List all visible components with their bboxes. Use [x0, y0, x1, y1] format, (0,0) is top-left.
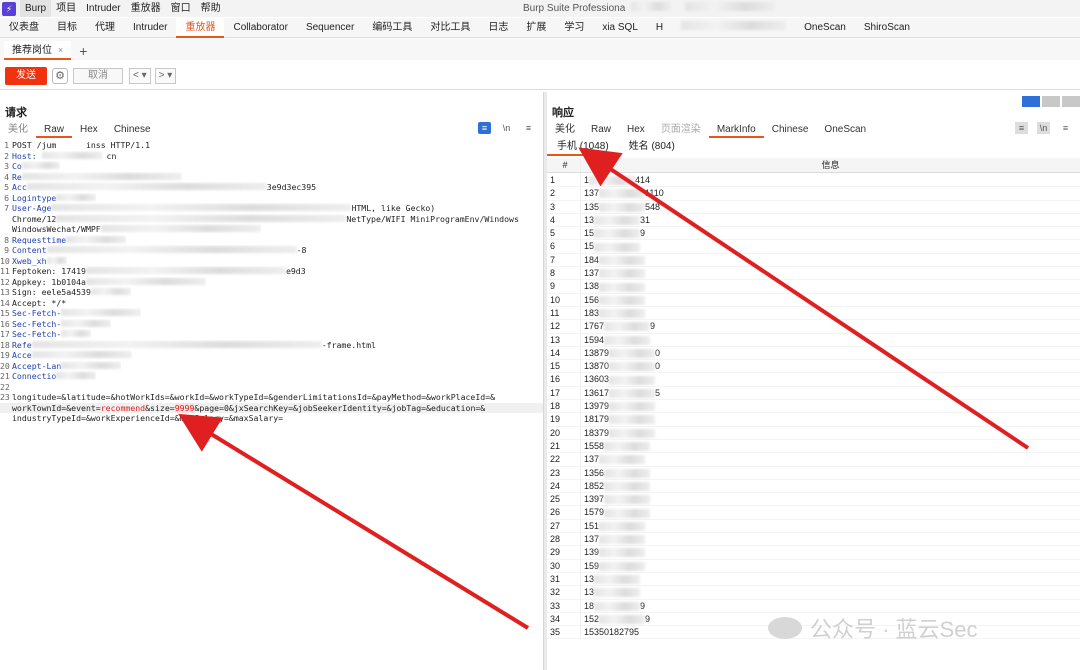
arrow-to-phone-tab [578, 147, 1030, 450]
annotation-arrows [178, 147, 1030, 630]
watermark: 公众号 · 蓝云Sec [768, 612, 977, 644]
wechat-icon [768, 617, 802, 639]
arrow-to-size-param [178, 413, 530, 630]
